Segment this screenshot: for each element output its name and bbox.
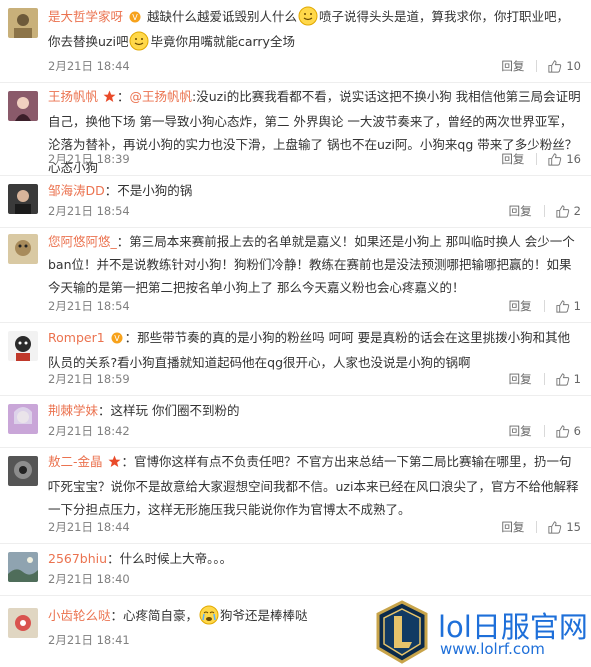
avatar[interactable] bbox=[8, 456, 38, 486]
like-button[interactable]: 1 bbox=[555, 299, 581, 314]
like-count: 1 bbox=[573, 299, 581, 313]
comment-item: 邹海涛DD：不是小狗的锅 2月21日 18:54 回复 2 bbox=[0, 176, 591, 228]
reply-button[interactable]: 回复 bbox=[501, 519, 524, 535]
comment-time: 2月21日 18:42 bbox=[48, 424, 130, 438]
svg-text:V: V bbox=[132, 13, 138, 22]
divider bbox=[543, 205, 545, 217]
comment-time: 2月21日 18:54 bbox=[48, 299, 130, 313]
avatar[interactable] bbox=[8, 331, 38, 361]
like-button[interactable]: 10 bbox=[547, 59, 581, 74]
crying-emoji-icon bbox=[199, 605, 219, 625]
username[interactable]: 是大哲学家呀 bbox=[48, 9, 123, 24]
divider bbox=[536, 60, 538, 72]
smile-emoji-icon bbox=[129, 31, 149, 51]
thumbs-up-icon bbox=[556, 299, 569, 313]
like-count: 2 bbox=[573, 204, 581, 218]
comment-item: Romper1 V ：那些带节奏的真的是小狗的粉丝吗 呵呵 要是真粉的话会在这里挑… bbox=[0, 323, 591, 396]
avatar[interactable] bbox=[8, 8, 38, 38]
reply-button[interactable]: 回复 bbox=[501, 58, 524, 74]
reply-button[interactable]: 回复 bbox=[509, 423, 532, 439]
avatar[interactable] bbox=[8, 234, 38, 264]
like-button[interactable]: 15 bbox=[547, 520, 581, 535]
svg-text:V: V bbox=[114, 334, 120, 343]
comment-time: 2月21日 18:41 bbox=[48, 633, 130, 647]
divider bbox=[536, 153, 538, 165]
comment-text: ：不是小狗的锅 bbox=[104, 183, 193, 198]
watermark-url: www.lolrf.com bbox=[440, 640, 545, 658]
like-button[interactable]: 1 bbox=[555, 372, 581, 387]
thumbs-up-icon bbox=[556, 372, 569, 386]
reply-button[interactable]: 回复 bbox=[501, 151, 524, 167]
comment-text: ：第三局本来赛前报上去的名单就是嘉义！如果还是小狗上 那叫临时换人 会少一个ba… bbox=[48, 234, 575, 295]
comment-item: 王扬帆帆 ：@王扬帆帆:没uzi的比赛我看都不看，说实话这把不换小狗 我相信他第… bbox=[0, 83, 591, 176]
like-count: 10 bbox=[566, 59, 581, 73]
username[interactable]: 您阿悠阿悠_ bbox=[48, 234, 117, 249]
lol-logo-icon bbox=[374, 600, 430, 664]
thumbs-up-icon bbox=[548, 152, 562, 166]
divider bbox=[543, 425, 545, 437]
red-star-badge-icon bbox=[108, 452, 121, 475]
avatar[interactable] bbox=[8, 184, 38, 214]
like-button[interactable]: 6 bbox=[555, 424, 581, 439]
reply-button[interactable]: 回复 bbox=[509, 298, 532, 314]
comment-text: ：什么时候上大帝。。。 bbox=[107, 551, 233, 566]
site-watermark: lol日服官网 www.lolrf.com bbox=[374, 600, 588, 664]
username[interactable]: 王扬帆帆 bbox=[48, 89, 98, 104]
comment-item: 敖二-金晶 ：官博你这样有点不负责任吧？不官方出来总结一下第二局比赛输在哪里，扔… bbox=[0, 448, 591, 544]
thumbs-up-icon bbox=[548, 520, 562, 534]
comment-text-end: 毕竟你用嘴就能carry全场 bbox=[150, 34, 295, 49]
comment-feed: 是大哲学家呀 V 越缺什么越爱诋毁别人什么 喷子说得头头是道，算我求你，你打职业吧… bbox=[0, 0, 591, 656]
comment-item: 您阿悠阿悠_：第三局本来赛前报上去的名单就是嘉义！如果还是小狗上 那叫临时换人 … bbox=[0, 228, 591, 323]
vip-badge-icon: V bbox=[110, 328, 124, 351]
like-count: 6 bbox=[573, 424, 581, 438]
username[interactable]: 小齿轮么哒 bbox=[48, 608, 111, 623]
comment-text: ：官博你这样有点不负责任吧？不官方出来总结一下第二局比赛输在哪里，扔一句吓死宝宝… bbox=[48, 454, 579, 517]
divider bbox=[543, 300, 545, 312]
username[interactable]: 荆棘学妹 bbox=[48, 403, 98, 418]
comment-item: 是大哲学家呀 V 越缺什么越爱诋毁别人什么 喷子说得头头是道，算我求你，你打职业吧… bbox=[0, 0, 591, 83]
avatar[interactable] bbox=[8, 552, 38, 582]
divider bbox=[543, 373, 545, 385]
like-count: 16 bbox=[566, 152, 581, 166]
comment-item: 荆棘学妹：这样玩 你们圈不到粉的 2月21日 18:42 回复 6 bbox=[0, 396, 591, 448]
thumbs-up-icon bbox=[556, 204, 569, 218]
avatar[interactable] bbox=[8, 608, 38, 638]
mention-link[interactable]: @王扬帆帆 bbox=[130, 89, 193, 104]
comment-time: 2月21日 18:39 bbox=[48, 152, 130, 166]
like-count: 1 bbox=[573, 372, 581, 386]
comment-time: 2月21日 18:44 bbox=[48, 520, 130, 534]
vip-badge-icon: V bbox=[128, 7, 142, 30]
username[interactable]: 敖二-金晶 bbox=[48, 454, 103, 469]
avatar[interactable] bbox=[8, 404, 38, 434]
smile-emoji-icon bbox=[298, 6, 318, 26]
comment-text: ：心疼简自豪， bbox=[110, 608, 199, 623]
comment-text: 越缺什么越爱诋毁别人什么 bbox=[146, 9, 297, 24]
reply-button[interactable]: 回复 bbox=[509, 371, 532, 387]
username[interactable]: 邹海涛DD bbox=[48, 183, 105, 198]
red-star-badge-icon bbox=[103, 87, 116, 110]
username[interactable]: Romper1 bbox=[48, 330, 105, 345]
thumbs-up-icon bbox=[556, 424, 569, 438]
username[interactable]: 2567bhiu bbox=[48, 551, 107, 566]
comment-time: 2月21日 18:44 bbox=[48, 59, 130, 73]
like-button[interactable]: 16 bbox=[547, 152, 581, 167]
like-button[interactable]: 2 bbox=[555, 204, 581, 219]
comment-text-cont: 狗爷还是棒棒哒 bbox=[220, 608, 308, 623]
reply-button[interactable]: 回复 bbox=[509, 203, 532, 219]
comment-time: 2月21日 18:40 bbox=[48, 572, 130, 586]
thumbs-up-icon bbox=[548, 59, 562, 73]
comment-time: 2月21日 18:54 bbox=[48, 204, 130, 218]
comment-text: ：这样玩 你们圈不到粉的 bbox=[98, 403, 240, 418]
avatar[interactable] bbox=[8, 91, 38, 121]
comment-text: ：那些带节奏的真的是小狗的粉丝吗 呵呵 要是真粉的话会在这里挑拨小狗和其他队员的… bbox=[48, 330, 571, 370]
divider bbox=[536, 521, 538, 533]
comment-item: 2567bhiu：什么时候上大帝。。。 2月21日 18:40 bbox=[0, 544, 591, 596]
comment-time: 2月21日 18:59 bbox=[48, 372, 130, 386]
like-count: 15 bbox=[566, 520, 581, 534]
